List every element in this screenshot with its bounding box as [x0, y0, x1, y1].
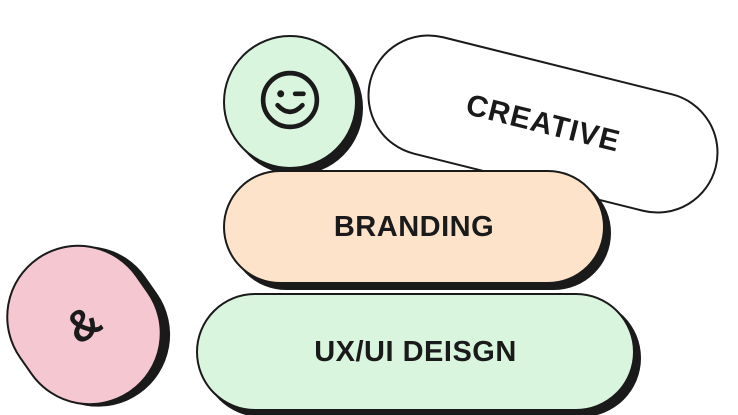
creative-tag-label: CREATIVE: [462, 88, 624, 159]
smiley-badge: [223, 35, 357, 169]
uxui-design-tag-label: UX/UI DEISGN: [314, 335, 517, 368]
uxui-design-tag: UX/UI DEISGN: [196, 293, 635, 411]
ampersand-tag-label: &: [56, 295, 111, 354]
tag-cluster: CREATIVE BRANDING UX/UI DEISGN &: [0, 0, 738, 415]
branding-tag-label: BRANDING: [333, 210, 495, 243]
ampersand-tag: &: [0, 216, 191, 415]
branding-tag: BRANDING: [223, 170, 605, 284]
winking-smiley-icon: [259, 69, 321, 136]
